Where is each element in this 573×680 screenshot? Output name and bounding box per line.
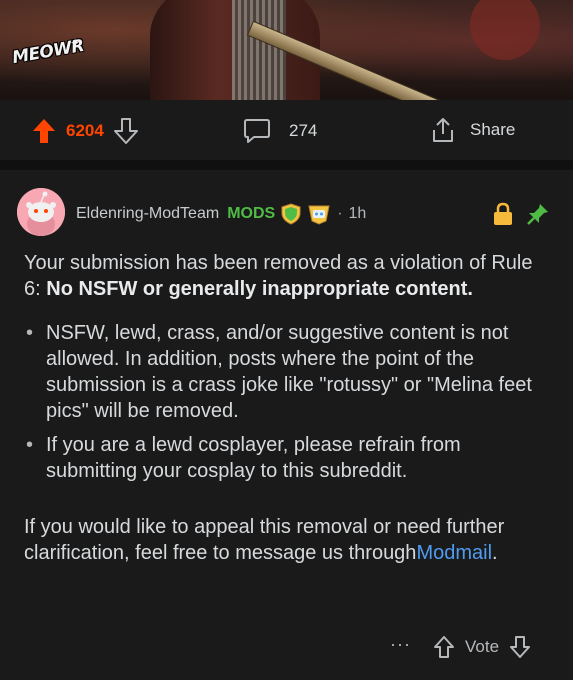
mod-comment: Eldenring-ModTeam MODS · 1h Your submiss… [0, 170, 573, 680]
list-item: If you are a lewd cosplayer, please refr… [24, 432, 554, 484]
upvote-count: 6204 [66, 121, 104, 140]
shield-badge-icon [280, 203, 302, 225]
share-button[interactable]: Share [430, 116, 515, 144]
share-icon [430, 116, 456, 144]
mods-flair: MODS [227, 205, 276, 222]
watermark-paw-icon: ✦ [70, 36, 81, 50]
comment-body: Your submission has been removed as a vi… [24, 250, 554, 566]
downvote-arrow-icon[interactable] [113, 118, 138, 144]
comment-count: 274 [289, 121, 318, 140]
snoo-avatar-icon[interactable] [17, 188, 65, 236]
rule-list: NSFW, lewd, crass, and/or suggestive con… [24, 320, 554, 484]
comment-actions: ··· Vote [390, 634, 531, 659]
pin-icon [526, 202, 550, 226]
modmail-link[interactable]: Modmail [416, 542, 492, 564]
media-background [470, 0, 540, 60]
downvote-arrow-icon[interactable] [509, 635, 531, 659]
meta-separator: · [337, 205, 343, 222]
list-item: NSFW, lewd, crass, and/or suggestive con… [24, 320, 554, 424]
vote-label: Vote [464, 637, 500, 656]
appeal-text: If you would like to appeal this removal… [24, 516, 505, 564]
lock-icon [492, 202, 514, 226]
robot-badge-icon [307, 203, 331, 225]
removal-notice: Your submission has been removed as a vi… [24, 252, 533, 300]
comment-count-button[interactable]: 274 [243, 118, 317, 144]
comment-author[interactable]: Eldenring-ModTeam [76, 205, 219, 223]
comment-age: 1h [348, 205, 367, 222]
post-action-bar: 6204 274 Share [0, 100, 573, 160]
post-vote-group: 6204 [32, 118, 138, 144]
more-icon[interactable]: ··· [390, 634, 411, 655]
upvote-arrow-icon[interactable] [32, 118, 56, 144]
comment-meta: Eldenring-ModTeam MODS · 1h [76, 203, 366, 225]
share-label: Share [470, 120, 516, 139]
media-chainmail [232, 0, 286, 100]
upvote-arrow-icon[interactable] [433, 635, 455, 659]
post-media-image[interactable]: MEOWR ✦ [0, 0, 573, 100]
section-divider [0, 160, 573, 170]
comment-bubble-icon [243, 118, 271, 144]
rule-title: No NSFW or generally inappropriate conte… [46, 278, 473, 300]
